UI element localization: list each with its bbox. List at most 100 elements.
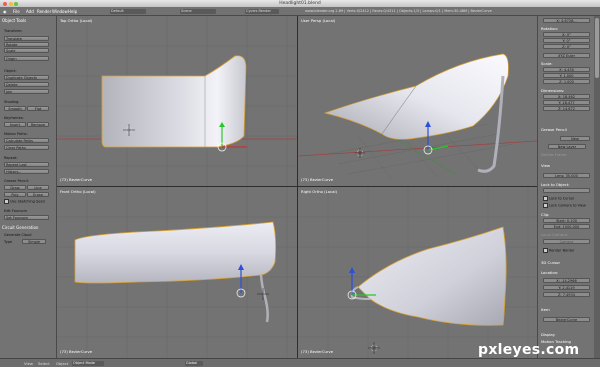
viewport-label: Right Ortho (Local): [301, 189, 337, 194]
set-fourcorn-button[interactable]: Set Fourcorn: [4, 215, 49, 220]
properties-shelf: X: 4.6726... Rotation: X: 0° Y: 0° Z: 0°…: [537, 16, 595, 358]
properties-scrollbar[interactable]: [594, 16, 600, 358]
cursor-z-field[interactable]: Z: 7.4934: [543, 292, 590, 297]
clip-end-field[interactable]: End: 1000.000: [543, 224, 590, 229]
view-header[interactable]: View: [541, 163, 550, 168]
menu-add[interactable]: Add: [26, 9, 34, 14]
section-keyframes: Keyframes:: [4, 116, 24, 120]
dimensions-y-field[interactable]: Y: 18.477: [543, 100, 590, 105]
scale-y-field[interactable]: Y: 1.000: [543, 73, 590, 78]
grease-new-layer-button[interactable]: New Layer: [548, 144, 586, 149]
rotation-x-field[interactable]: X: 0°: [543, 32, 590, 37]
viewport-divider-horizontal[interactable]: [57, 186, 537, 187]
dimensions-label: Dimensions:: [541, 88, 565, 93]
view-menu[interactable]: View: [24, 361, 33, 366]
erase-button[interactable]: Erase: [27, 192, 49, 197]
section-transform: Transform:: [4, 29, 23, 33]
scale-button[interactable]: Scale: [4, 48, 49, 53]
poly-button[interactable]: Poly: [4, 192, 26, 197]
viewport-front-ortho[interactable]: Front Ortho (Local) (73) BezierCurve: [57, 187, 297, 358]
section-motion-paths: Motion Paths:: [4, 132, 28, 136]
scene-select[interactable]: Scene: [180, 8, 216, 14]
use-sketching-label: Use Sketching Sessi: [10, 199, 45, 204]
section-grease-pencil: Grease Pencil:: [4, 179, 29, 183]
flat-button[interactable]: Flat: [27, 106, 49, 111]
cursor-y-field[interactable]: Y: 2.4119: [543, 285, 590, 290]
camera-field[interactable]: Camera: [543, 239, 590, 244]
headlight-mesh-top[interactable]: [101, 55, 247, 148]
translate-button[interactable]: Translate: [4, 36, 49, 41]
clear-paths-button[interactable]: Clear Paths: [4, 145, 49, 150]
menu-window[interactable]: Window: [52, 9, 68, 14]
screen-layout-select[interactable]: Default: [110, 8, 146, 14]
transform-orientation-select[interactable]: Global: [185, 360, 203, 366]
viewport-right-ortho[interactable]: Right Ortho (Local) (73) BezierCurve: [298, 187, 537, 358]
local-camera-label: Local Camera:: [541, 232, 569, 237]
headlight-mesh-right[interactable]: [357, 226, 507, 326]
lock-camera-checkbox[interactable]: Lock Camera to View: [543, 203, 586, 208]
menu-file[interactable]: File: [13, 9, 20, 14]
item-name-field[interactable]: BezierCurve: [543, 317, 590, 322]
scrollbar-thumb[interactable]: [595, 18, 599, 78]
rotation-y-field[interactable]: Y: 0°: [543, 38, 590, 43]
rotate-button[interactable]: Rotate: [4, 42, 49, 47]
display-header[interactable]: Display: [541, 332, 555, 337]
viewport-divider-vertical[interactable]: [297, 16, 298, 358]
delete-button[interactable]: Delete: [4, 82, 49, 87]
front-ortho-scene: [57, 187, 297, 358]
headlight-mesh-front[interactable]: [74, 221, 277, 284]
duplicate-objects-button[interactable]: Duplicate Objects: [4, 75, 49, 80]
tool-shelf-header[interactable]: Object Tools: [2, 18, 26, 23]
clip-start-field[interactable]: Start: 0.100: [543, 218, 590, 223]
lock-to-cursor-checkbox[interactable]: Lock to Cursor: [543, 196, 574, 201]
line-button[interactable]: Line: [27, 185, 49, 190]
dimensions-z-field[interactable]: Z: 14.672: [543, 106, 590, 111]
draw-button[interactable]: Draw: [4, 185, 26, 190]
scale-x-field[interactable]: X: 4.430: [543, 67, 590, 72]
viewport-object-name: (73) BezierCurve: [60, 177, 93, 182]
dimensions-x-field[interactable]: X: 18.462: [543, 94, 590, 99]
select-menu[interactable]: Select: [38, 361, 50, 366]
circuit-generation-header[interactable]: Circuit Generation: [2, 225, 38, 230]
rotation-z-field[interactable]: Z: 0°: [543, 44, 590, 49]
lock-to-object-label: Lock to Object:: [541, 182, 570, 187]
mode-select[interactable]: Object Mode: [72, 360, 104, 366]
remove-keyframe-button[interactable]: Remove: [27, 122, 49, 127]
object-menu[interactable]: Object: [56, 361, 68, 366]
grease-new-button[interactable]: New: [560, 136, 590, 141]
generate-cloud-label: Generate Cloud: [4, 233, 32, 237]
3d-cursor-icon: [355, 148, 365, 158]
viewport-user-persp[interactable]: User Persp (Local) (73) BezierCurve: [298, 16, 537, 186]
right-ortho-scene: [298, 187, 537, 358]
origin-button[interactable]: Origin: [4, 56, 49, 61]
use-sketching-checkbox[interactable]: Use Sketching Sessi: [4, 199, 45, 204]
location-label: Location:: [541, 270, 559, 275]
lock-object-field[interactable]: [543, 188, 590, 193]
checkbox-icon: [543, 196, 548, 201]
cursor-x-field[interactable]: X: -14.2966: [543, 278, 590, 283]
menu-render[interactable]: Render: [37, 9, 51, 14]
smooth-button[interactable]: Smooth: [4, 106, 26, 111]
history-button[interactable]: History...: [4, 169, 49, 174]
calculate-paths-button[interactable]: Calculate Paths: [4, 138, 49, 143]
insert-keyframe-button[interactable]: Insert: [4, 122, 26, 127]
render-border-checkbox[interactable]: Render Border: [543, 248, 574, 253]
repeat-last-button[interactable]: Repeat Last: [4, 162, 49, 167]
render-engine-select[interactable]: Cycles Render: [245, 8, 279, 14]
viewport-object-name: (73) BezierCurve: [301, 349, 334, 354]
scale-z-field[interactable]: Z: 1.000: [543, 79, 590, 84]
rotation-mode-select[interactable]: XYZ Euler: [543, 53, 590, 58]
menu-help[interactable]: Help: [68, 9, 77, 14]
type-select[interactable]: Simple: [22, 239, 46, 244]
grease-pencil-header[interactable]: Grease Pencil: [541, 127, 567, 132]
join-button[interactable]: Join: [4, 89, 49, 94]
lens-field[interactable]: Lens: 35.000: [543, 173, 590, 178]
item-header[interactable]: Item: [541, 307, 550, 312]
headlight-mesh-persp[interactable]: [323, 53, 509, 140]
viewport-top-ortho[interactable]: Top Ortho (Local) (73) BezierCurve: [57, 16, 297, 186]
blender-logo-icon[interactable]: ◉: [3, 9, 7, 14]
rotation-top-field[interactable]: X: 4.6726...: [543, 18, 590, 23]
info-header: ◉ File Add Render Window Help Default Sc…: [0, 7, 600, 16]
rotation-label: Rotation:: [541, 26, 559, 31]
3d-cursor-header[interactable]: 3D Cursor: [541, 260, 560, 265]
